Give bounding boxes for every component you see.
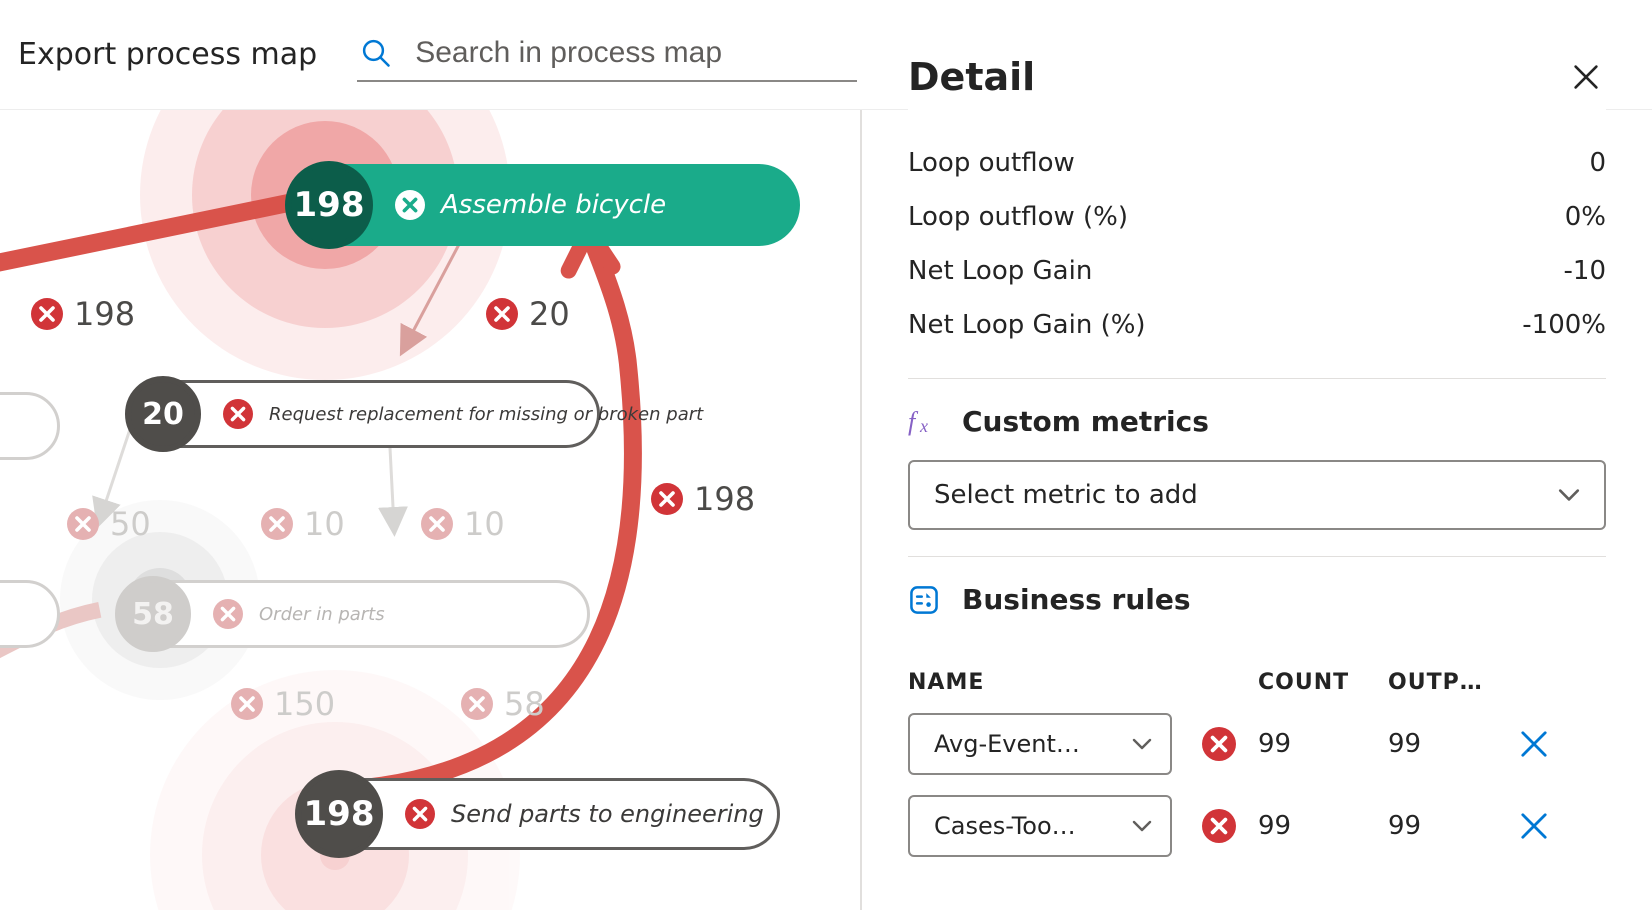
node-request-replacement[interactable]: 20 Request replacement for missing or br… [130, 380, 600, 448]
error-icon [1202, 727, 1236, 761]
error-icon [650, 482, 684, 516]
error-icon [1202, 809, 1236, 843]
error-icon [230, 687, 264, 721]
delete-rule-button[interactable] [1518, 810, 1550, 842]
node-label: Send parts to engineering [451, 800, 764, 828]
edge-label: 10 [420, 505, 505, 543]
detail-title: Detail [908, 55, 1035, 99]
svg-text:f: f [908, 407, 919, 436]
business-rules-table-header: NAME COUNT OUTP… [908, 670, 1606, 695]
delete-rule-button[interactable] [1518, 728, 1550, 760]
chevron-down-icon [1558, 484, 1580, 506]
custom-metrics-heading: fx Custom metrics [908, 405, 1606, 438]
node-send-parts[interactable]: 198 Send parts to engineering [300, 778, 780, 850]
svg-text:x: x [919, 416, 928, 436]
node-order-in-parts[interactable]: 58 Order in parts [120, 580, 590, 648]
business-rule-row: Cases-Too… 99 99 [908, 795, 1606, 857]
edge-label: 150 [230, 685, 335, 723]
process-map-canvas[interactable]: arts tory 198 Assemble bicycle 20 Reques… [0, 110, 862, 910]
edge-label: 58 [460, 685, 545, 723]
error-icon [460, 687, 494, 721]
stat-loop-outflow-pct: Loop outflow (%) 0% [908, 190, 1606, 244]
node-label: Request replacement for missing or broke… [269, 404, 703, 425]
detail-panel: Detail Loop outflow 0 Loop outflow (%) 0… [862, 110, 1652, 910]
node-label: Assemble bicycle [441, 190, 666, 220]
error-icon [405, 799, 435, 829]
rule-output: 99 [1388, 729, 1421, 759]
business-rule-row: Avg-Event… 99 99 [908, 713, 1606, 775]
stat-net-loop-gain-pct: Net Loop Gain (%) -100% [908, 298, 1606, 352]
export-process-map-link[interactable]: Export process map [18, 37, 317, 72]
rule-count: 99 [1258, 811, 1291, 841]
error-icon [485, 297, 519, 331]
fx-icon: fx [908, 406, 940, 438]
error-icon [66, 507, 100, 541]
node-parts[interactable]: arts [0, 392, 60, 460]
rule-output: 99 [1388, 811, 1421, 841]
search-input[interactable] [415, 36, 853, 70]
edge-label: 198 [650, 480, 755, 518]
stat-net-loop-gain: Net Loop Gain -10 [908, 244, 1606, 298]
node-tory[interactable]: tory [0, 580, 60, 648]
rule-name-dropdown[interactable]: Cases-Too… [908, 795, 1172, 857]
chevron-down-icon [1132, 816, 1152, 836]
rule-count: 99 [1258, 729, 1291, 759]
search-icon [361, 38, 391, 68]
close-button[interactable] [1566, 57, 1606, 97]
edge-label: 50 [66, 505, 151, 543]
edge-label: 10 [260, 505, 345, 543]
error-icon [213, 599, 243, 629]
chevron-down-icon [1132, 734, 1152, 754]
node-count: 198 [295, 770, 383, 858]
rules-icon [908, 584, 940, 616]
node-count: 198 [285, 161, 373, 249]
node-assemble-bicycle[interactable]: 198 Assemble bicycle [290, 164, 800, 246]
error-icon [395, 190, 425, 220]
edge-label: 198 [30, 295, 135, 333]
error-icon [260, 507, 294, 541]
select-metric-dropdown[interactable]: Select metric to add [908, 460, 1606, 530]
node-count: 20 [125, 376, 201, 452]
stat-loop-outflow: Loop outflow 0 [908, 136, 1606, 190]
rule-name-dropdown[interactable]: Avg-Event… [908, 713, 1172, 775]
edge-label: 20 [485, 295, 570, 333]
error-icon [30, 297, 64, 331]
error-icon [420, 507, 454, 541]
error-icon [223, 399, 253, 429]
node-count: 58 [115, 576, 191, 652]
search-wrap [357, 28, 857, 82]
node-label: Order in parts [259, 604, 385, 625]
business-rules-heading: Business rules [908, 583, 1606, 616]
